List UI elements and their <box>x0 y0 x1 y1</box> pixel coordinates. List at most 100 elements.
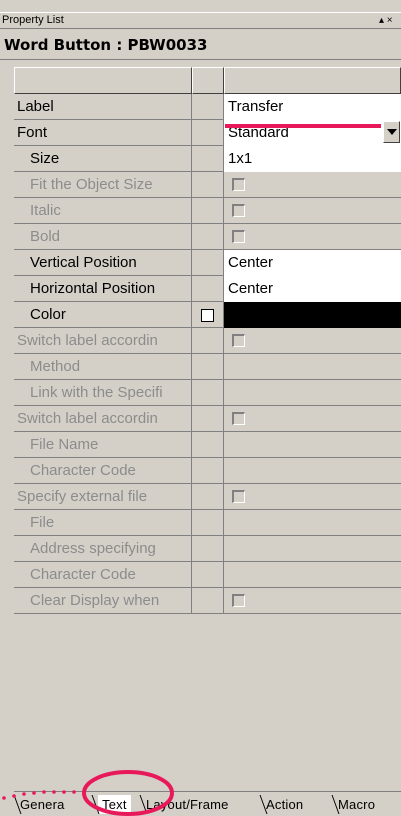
property-label: Link with the Specifi <box>14 380 192 406</box>
property-value-text: 1x1 <box>228 150 253 167</box>
property-checkbox[interactable] <box>232 230 245 243</box>
property-toggle-cell <box>192 484 224 510</box>
property-value[interactable]: Center <box>224 276 401 302</box>
property-row[interactable]: Horizontal Position Center <box>14 276 401 302</box>
property-row[interactable]: File Name <box>14 432 401 458</box>
property-value <box>224 406 401 432</box>
property-row[interactable]: Size 1x1 <box>14 146 401 172</box>
property-toggle-cell <box>192 328 224 354</box>
property-label: Bold <box>14 224 192 250</box>
property-row[interactable]: Bold <box>14 224 401 250</box>
property-checkbox[interactable] <box>232 594 245 607</box>
property-value <box>224 484 401 510</box>
property-label: Method <box>14 354 192 380</box>
property-toggle-cell <box>192 536 224 562</box>
property-value <box>224 224 401 250</box>
property-toggle-cell <box>192 172 224 198</box>
tab-action[interactable]: Action <box>259 795 304 814</box>
property-label: Color <box>14 302 192 328</box>
property-value-text: Transfer <box>228 98 284 115</box>
color-swatch[interactable] <box>224 302 401 328</box>
property-grid: Label Transfer Font Standard Size 1x1 Fit the … <box>14 67 401 773</box>
panel-title: Property List <box>2 14 64 26</box>
property-checkbox[interactable] <box>232 412 245 425</box>
property-label: Italic <box>14 198 192 224</box>
property-label: Switch label accordin <box>14 406 192 432</box>
property-label: Horizontal Position <box>14 276 192 302</box>
property-label: Size <box>14 146 192 172</box>
property-label: File Name <box>14 432 192 458</box>
property-value[interactable]: 1x1 <box>224 146 401 172</box>
property-label: Switch label accordin <box>14 328 192 354</box>
panel-window-controls[interactable]: ▴ × <box>379 13 401 28</box>
property-toggle-cell <box>192 510 224 536</box>
property-label: Address specifying <box>14 536 192 562</box>
property-toggle-cell <box>192 120 224 146</box>
property-row[interactable]: Switch label accordin <box>14 328 401 354</box>
property-value <box>224 588 401 614</box>
property-label: Specify external file <box>14 484 192 510</box>
property-checkbox[interactable] <box>232 178 245 191</box>
grid-header-toggle-column[interactable] <box>192 67 224 94</box>
property-toggle-cell <box>192 250 224 276</box>
property-value <box>224 354 401 380</box>
property-row[interactable]: Italic <box>14 198 401 224</box>
property-value <box>224 562 401 588</box>
property-toggle-cell <box>192 458 224 484</box>
property-checkbox[interactable] <box>232 204 245 217</box>
tab-label: Macro <box>338 797 376 812</box>
property-list-panel: Property List ▴ × Word Button : PBW0033 … <box>0 0 401 816</box>
property-row[interactable]: Method <box>14 354 401 380</box>
property-toggle-cell <box>192 562 224 588</box>
property-value <box>224 328 401 354</box>
property-toggle-cell <box>192 276 224 302</box>
property-label: File <box>14 510 192 536</box>
property-toggle-cell <box>192 224 224 250</box>
property-row[interactable]: Specify external file <box>14 484 401 510</box>
property-row[interactable]: Vertical Position Center <box>14 250 401 276</box>
tab-macro[interactable]: Macro <box>331 795 376 814</box>
property-row[interactable]: Character Code <box>14 562 401 588</box>
property-value[interactable]: Transfer <box>224 94 401 120</box>
property-toggle-cell <box>192 94 224 120</box>
color-enable-checkbox[interactable] <box>201 309 214 322</box>
property-toggle-cell <box>192 380 224 406</box>
property-label: Font <box>14 120 192 146</box>
property-checkbox[interactable] <box>232 490 245 503</box>
property-label: Clear Display when <box>14 588 192 614</box>
property-row[interactable]: Color <box>14 302 401 328</box>
property-row[interactable]: File <box>14 510 401 536</box>
property-value[interactable]: Center <box>224 250 401 276</box>
font-dropdown-button[interactable] <box>383 121 400 143</box>
property-label: Fit the Object Size <box>14 172 192 198</box>
property-value <box>224 536 401 562</box>
property-toggle-cell <box>192 432 224 458</box>
property-toggle-cell <box>192 302 224 328</box>
property-checkbox[interactable] <box>232 334 245 347</box>
property-value <box>224 458 401 484</box>
property-value <box>224 380 401 406</box>
property-toggle-cell <box>192 198 224 224</box>
property-value-text: Center <box>228 280 274 297</box>
chevron-down-icon <box>387 129 397 135</box>
annotation-underline <box>225 124 381 128</box>
property-row[interactable]: Clear Display when <box>14 588 401 614</box>
property-row[interactable]: Switch label accordin <box>14 406 401 432</box>
tab-label: Action <box>266 797 304 812</box>
grid-header-value-column[interactable] <box>224 67 401 94</box>
property-row[interactable]: Link with the Specifi <box>14 380 401 406</box>
property-row[interactable]: Fit the Object Size <box>14 172 401 198</box>
property-value <box>224 198 401 224</box>
property-row[interactable]: Label Transfer <box>14 94 401 120</box>
object-header: Word Button : PBW0033 <box>0 29 401 60</box>
grid-header-name-column[interactable] <box>14 67 192 94</box>
property-label: Character Code <box>14 562 192 588</box>
property-label: Character Code <box>14 458 192 484</box>
property-row[interactable]: Address specifying <box>14 536 401 562</box>
property-row[interactable]: Character Code <box>14 458 401 484</box>
property-value <box>224 432 401 458</box>
property-toggle-cell <box>192 406 224 432</box>
property-toggle-cell <box>192 354 224 380</box>
property-value-text: Center <box>228 254 274 271</box>
property-toggle-cell <box>192 588 224 614</box>
